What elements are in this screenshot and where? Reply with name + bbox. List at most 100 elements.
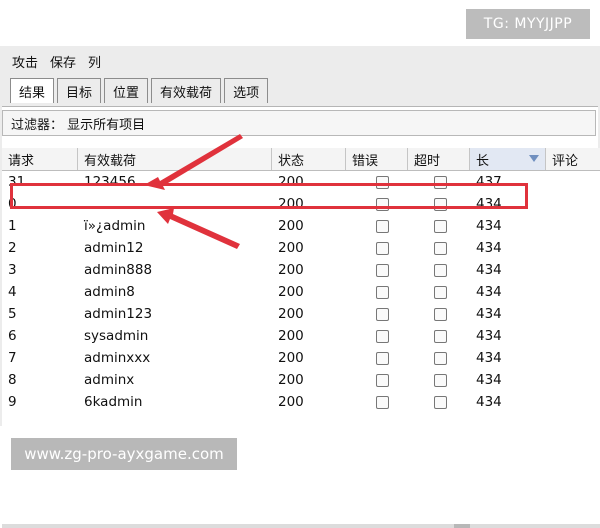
- timeout-checkbox[interactable]: [434, 373, 447, 387]
- tab-payloads[interactable]: 有效载荷: [151, 78, 222, 103]
- cell-status: 200: [278, 394, 304, 410]
- cell-status: 200: [278, 284, 304, 300]
- cell-payload: sysadmin: [84, 328, 149, 344]
- menu-columns[interactable]: 列: [88, 52, 101, 71]
- cell-request: 2: [8, 240, 17, 256]
- cell-timeout: [408, 307, 470, 321]
- menu-attack[interactable]: 攻击: [12, 52, 38, 71]
- error-checkbox[interactable]: [376, 373, 389, 387]
- cell-length: 434: [476, 372, 502, 388]
- cell-payload: admin123: [84, 306, 153, 322]
- cell-payload: adminx: [84, 372, 135, 388]
- cell-length: 434: [476, 284, 502, 300]
- cell-payload: ï»¿admin: [84, 218, 146, 234]
- column-header-comment[interactable]: 评论: [546, 148, 600, 170]
- column-header-timeout[interactable]: 超时: [408, 148, 470, 170]
- timeout-checkbox[interactable]: [434, 395, 447, 409]
- cell-request: 5: [8, 306, 17, 322]
- table-row[interactable]: 3 admin888 200 434: [2, 259, 600, 281]
- column-header-request[interactable]: 请求: [2, 148, 78, 170]
- cell-request: 9: [8, 394, 17, 410]
- error-checkbox[interactable]: [376, 395, 389, 409]
- cell-payload: admin888: [84, 262, 153, 278]
- error-checkbox[interactable]: [376, 351, 389, 365]
- horizontal-scrollbar[interactable]: [2, 524, 600, 528]
- cell-timeout: [408, 373, 470, 387]
- cell-error: [346, 241, 408, 255]
- error-checkbox[interactable]: [376, 241, 389, 255]
- cell-timeout: [408, 241, 470, 255]
- cell-error: [346, 219, 408, 233]
- tab-options[interactable]: 选项: [224, 78, 269, 103]
- intruder-window: 攻击 保存 列 结果 目标 位置 有效载荷 选项 过滤器： 显示所有项目 请求 …: [0, 46, 600, 528]
- timeout-checkbox[interactable]: [434, 219, 447, 233]
- cell-timeout: [408, 395, 470, 409]
- cell-error: [346, 395, 408, 409]
- cell-status: 200: [278, 240, 304, 256]
- cell-status: 200: [278, 328, 304, 344]
- error-checkbox[interactable]: [376, 263, 389, 277]
- cell-timeout: [408, 219, 470, 233]
- filter-bar[interactable]: 过滤器： 显示所有项目: [2, 110, 596, 136]
- cell-request: 7: [8, 350, 17, 366]
- tab-target[interactable]: 目标: [57, 78, 102, 103]
- column-header-status[interactable]: 状态: [272, 148, 346, 170]
- cell-status: 200: [278, 262, 304, 278]
- cell-timeout: [408, 351, 470, 365]
- table-row[interactable]: 5 admin123 200 434: [2, 303, 600, 325]
- table-row[interactable]: 7 adminxxx 200 434: [2, 347, 600, 369]
- cell-request: 4: [8, 284, 17, 300]
- cell-payload: 6kadmin: [84, 394, 143, 410]
- column-header-length[interactable]: 长: [470, 148, 546, 170]
- cell-request: 3: [8, 262, 17, 278]
- table-row[interactable]: 9 6kadmin 200 434: [2, 391, 600, 413]
- timeout-checkbox[interactable]: [434, 307, 447, 321]
- table-row[interactable]: 6 sysadmin 200 434: [2, 325, 600, 347]
- timeout-checkbox[interactable]: [434, 329, 447, 343]
- cell-request: 6: [8, 328, 17, 344]
- cell-length: 434: [476, 394, 502, 410]
- cell-request: 8: [8, 372, 17, 388]
- cell-error: [346, 351, 408, 365]
- cell-status: 200: [278, 218, 304, 234]
- watermark-telegram: TG: MYYJJPP: [466, 9, 590, 39]
- tab-results[interactable]: 结果: [10, 78, 55, 103]
- cell-payload: admin12: [84, 240, 144, 256]
- table-row[interactable]: 4 admin8 200 434: [2, 281, 600, 303]
- cell-timeout: [408, 285, 470, 299]
- tab-positions[interactable]: 位置: [104, 78, 149, 103]
- error-checkbox[interactable]: [376, 307, 389, 321]
- cell-timeout: [408, 329, 470, 343]
- watermark-website: www.zg-pro-ayxgame.com: [11, 438, 237, 470]
- highlight-box: [10, 183, 528, 209]
- column-header-length-label: 长: [476, 153, 490, 169]
- cell-length: 434: [476, 240, 502, 256]
- scrollbar-thumb[interactable]: [454, 524, 470, 528]
- table-row[interactable]: 1 ï»¿admin 200 434: [2, 215, 600, 237]
- cell-status: 200: [278, 306, 304, 322]
- sort-descending-icon: [529, 155, 539, 162]
- cell-status: 200: [278, 350, 304, 366]
- cell-error: [346, 373, 408, 387]
- table-row[interactable]: 8 adminx 200 434: [2, 369, 600, 391]
- cell-length: 434: [476, 306, 502, 322]
- table-row[interactable]: 2 admin12 200 434: [2, 237, 600, 259]
- cell-error: [346, 307, 408, 321]
- error-checkbox[interactable]: [376, 329, 389, 343]
- cell-payload: adminxxx: [84, 350, 151, 366]
- timeout-checkbox[interactable]: [434, 351, 447, 365]
- timeout-checkbox[interactable]: [434, 285, 447, 299]
- timeout-checkbox[interactable]: [434, 263, 447, 277]
- cell-status: 200: [278, 372, 304, 388]
- filter-label: 过滤器： 显示所有项目: [11, 117, 146, 133]
- cell-error: [346, 329, 408, 343]
- error-checkbox[interactable]: [376, 285, 389, 299]
- menu-save[interactable]: 保存: [50, 52, 76, 71]
- cell-payload: admin8: [84, 284, 135, 300]
- column-header-payload[interactable]: 有效载荷: [78, 148, 272, 170]
- timeout-checkbox[interactable]: [434, 241, 447, 255]
- cell-length: 434: [476, 328, 502, 344]
- error-checkbox[interactable]: [376, 219, 389, 233]
- cell-error: [346, 263, 408, 277]
- column-header-error[interactable]: 错误: [346, 148, 408, 170]
